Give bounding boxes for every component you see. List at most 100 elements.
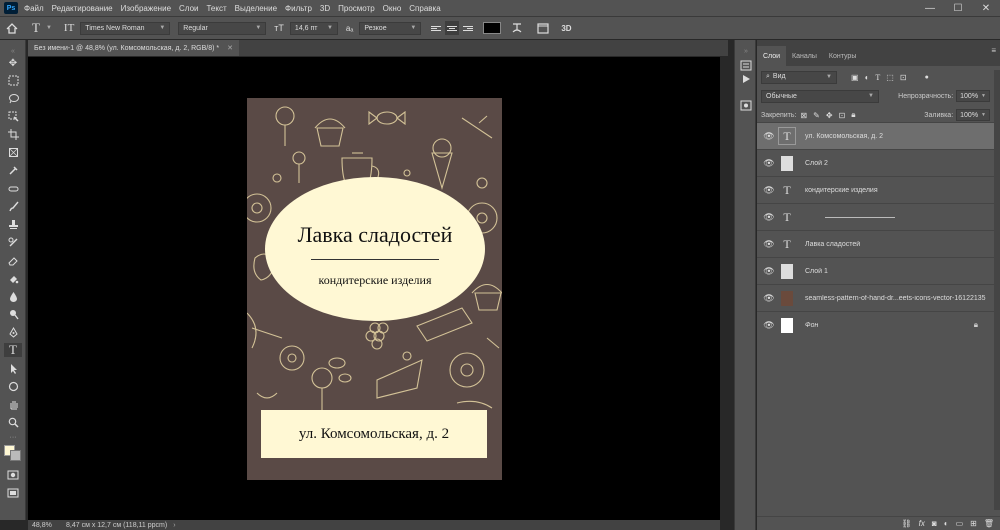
path-selection-tool-icon[interactable] [4, 361, 22, 375]
text-color-swatch[interactable] [483, 22, 502, 34]
menu-filter[interactable]: Фильтр [285, 4, 312, 13]
crop-tool-icon[interactable] [4, 127, 22, 141]
fx-icon[interactable]: fx [919, 519, 925, 528]
menu-file[interactable]: Файл [24, 4, 44, 13]
filter-adjustment-icon[interactable]: ◐ [865, 73, 870, 82]
pen-tool-icon[interactable] [4, 325, 22, 339]
new-layer-icon[interactable]: ⊞ [970, 519, 977, 528]
visibility-eye-icon[interactable]: 👁︎ [757, 239, 781, 250]
document-tab[interactable]: Без имени-1 @ 48,8% (ул. Комсомольская, … [28, 40, 240, 56]
tab-channels[interactable]: Каналы [786, 46, 823, 66]
lock-transparent-icon[interactable]: ⊠ [800, 111, 807, 120]
document-canvas[interactable]: Лавка сладостей кондитерские изделия ул.… [247, 98, 502, 480]
chevron-down-icon[interactable]: ▼ [46, 25, 52, 31]
move-tool-icon[interactable]: ✥ [4, 56, 22, 70]
layers-scrollbar[interactable] [994, 70, 1000, 510]
zoom-level[interactable]: 48,8% [32, 522, 62, 529]
antialias-select[interactable]: Резкое ▼ [359, 21, 422, 35]
3d-button[interactable]: 3D [561, 24, 571, 33]
folder-icon[interactable]: ▭ [956, 519, 964, 528]
blur-tool-icon[interactable] [4, 289, 22, 303]
align-left-icon[interactable] [429, 21, 443, 35]
visibility-eye-icon[interactable]: 👁︎ [757, 185, 781, 196]
tab-layers[interactable]: Слои [757, 46, 787, 66]
menu-image[interactable]: Изображение [121, 4, 171, 13]
filter-shape-icon[interactable]: ⬚ [886, 73, 894, 82]
layer-filter-select[interactable]: ⌕ Вид ▼ [761, 70, 837, 84]
screen-mode-icon[interactable] [4, 486, 22, 500]
menu-help[interactable]: Справка [409, 4, 440, 13]
mask-icon[interactable]: ◙ [932, 519, 937, 528]
actions-play-icon[interactable] [738, 72, 754, 86]
more-tools-icon[interactable]: ··· [4, 430, 22, 444]
character-panel-icon[interactable] [537, 22, 549, 34]
layer-row[interactable]: 👁︎ T кондитерские изделия [757, 176, 1000, 203]
history-brush-tool-icon[interactable] [4, 235, 22, 249]
home-icon[interactable] [6, 22, 18, 34]
zoom-tool-icon[interactable] [4, 415, 22, 429]
lock-all-icon[interactable]: 🔒︎ [851, 110, 855, 120]
expand-icon[interactable]: » [738, 44, 754, 58]
filter-smart-object-icon[interactable]: ⊡ [900, 73, 907, 82]
lasso-tool-icon[interactable] [4, 91, 22, 105]
chevron-right-icon[interactable]: › [173, 522, 175, 529]
frame-tool-icon[interactable] [4, 145, 22, 159]
visibility-eye-icon[interactable]: 👁︎ [757, 212, 781, 223]
tab-paths[interactable]: Контуры [823, 46, 862, 66]
layer-row[interactable]: 👁︎ Слой 2 [757, 149, 1000, 176]
object-select-tool-icon[interactable] [4, 109, 22, 123]
menu-select[interactable]: Выделение [235, 4, 277, 13]
blend-mode-select[interactable]: Обычные ▼ [761, 89, 879, 103]
adjustments-panel-icon[interactable] [738, 98, 754, 112]
menu-layers[interactable]: Слои [179, 4, 198, 13]
brush-tool-icon[interactable] [4, 199, 22, 213]
layer-row[interactable]: 👁︎ Слой 1 [757, 257, 1000, 284]
font-family-select[interactable]: Times New Roman ▼ [80, 21, 171, 35]
align-center-icon[interactable] [445, 21, 460, 35]
eraser-tool-icon[interactable] [4, 253, 22, 267]
lock-pixels-icon[interactable]: ✎ [813, 111, 820, 120]
visibility-eye-icon[interactable]: 👁︎ [757, 320, 781, 331]
close-tab-icon[interactable]: ✕ [227, 44, 233, 52]
visibility-eye-icon[interactable]: 👁︎ [757, 266, 781, 277]
lock-artboard-icon[interactable]: ⊡ [839, 111, 846, 120]
lock-position-icon[interactable]: ✥ [826, 111, 833, 120]
maximize-button[interactable]: ☐ [944, 0, 972, 16]
clone-stamp-tool-icon[interactable] [4, 217, 22, 231]
type-tool-icon[interactable]: T [4, 342, 22, 357]
font-style-select[interactable]: Regular ▼ [178, 21, 267, 35]
adjustment-icon[interactable]: ◐ [944, 519, 949, 528]
menu-view[interactable]: Просмотр [338, 4, 375, 13]
layer-row[interactable]: 👁︎ seamless-pattern-of-hand-dr...eets-ic… [757, 284, 1000, 311]
text-tool-preset-icon[interactable]: T [32, 20, 40, 36]
close-button[interactable]: ✕ [972, 0, 1000, 16]
opacity-input[interactable]: 100% ▼ [956, 90, 990, 102]
canvas-area[interactable]: Лавка сладостей кондитерские изделия ул.… [28, 57, 720, 520]
layer-row[interactable]: 👁︎ T Лавка сладостей [757, 230, 1000, 257]
fill-input[interactable]: 100% ▼ [956, 109, 990, 121]
trash-icon[interactable]: 🗑︎ [984, 519, 994, 528]
menu-edit[interactable]: Редактирование [52, 4, 113, 13]
marquee-tool-icon[interactable] [4, 73, 22, 87]
warp-text-icon[interactable] [511, 22, 523, 34]
text-orientation-icon[interactable]: IT [64, 22, 74, 34]
menu-window[interactable]: Окно [383, 4, 402, 13]
layer-row[interactable]: 👁︎ Фон 🔒︎ [757, 311, 1000, 338]
ellipse-tool-icon[interactable] [4, 379, 22, 393]
healing-brush-tool-icon[interactable] [4, 181, 22, 195]
eyedropper-tool-icon[interactable] [4, 163, 22, 177]
menu-3d[interactable]: 3D [320, 4, 330, 13]
background-color-swatch[interactable] [10, 450, 21, 461]
dodge-tool-icon[interactable] [4, 307, 22, 321]
layer-row[interactable]: 👁︎ T ул. Комсомольская, д. 2 [757, 122, 1000, 149]
visibility-eye-icon[interactable]: 👁︎ [757, 158, 781, 169]
align-right-icon[interactable] [461, 21, 475, 35]
minimize-button[interactable]: — [916, 0, 944, 16]
hand-tool-icon[interactable] [4, 397, 22, 411]
filter-type-icon[interactable]: T [875, 73, 880, 82]
link-icon[interactable]: ⛓︎ [902, 519, 912, 528]
visibility-eye-icon[interactable]: 👁︎ [757, 293, 781, 304]
quick-mask-icon[interactable] [4, 468, 22, 482]
menu-type[interactable]: Текст [206, 4, 226, 13]
filter-toggle-icon[interactable]: ● [925, 74, 929, 81]
